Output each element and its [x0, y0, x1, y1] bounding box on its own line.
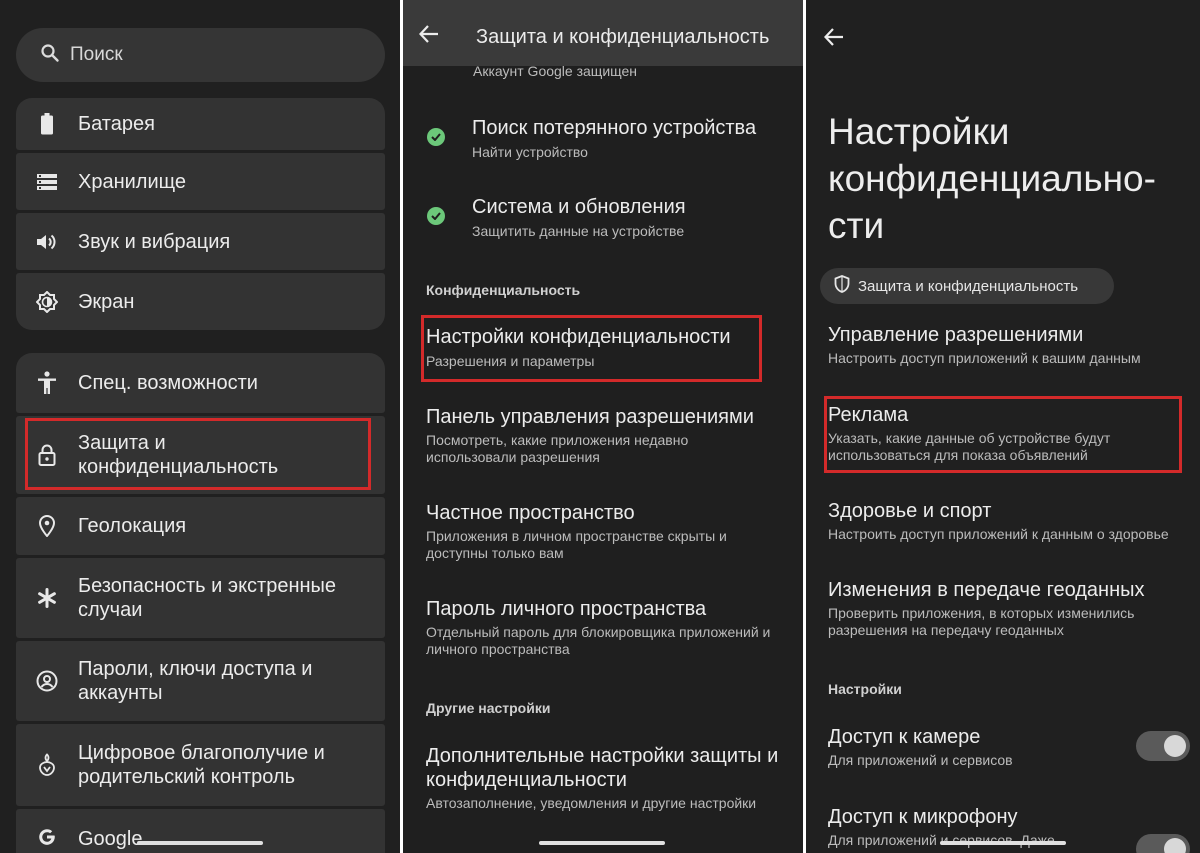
- settings-item-label: Цифровое благополучие и родительский кон…: [78, 742, 325, 788]
- settings-item-label: Хранилище: [78, 170, 186, 193]
- settings-item-label: Геолокация: [78, 515, 187, 537]
- search-placeholder: Поиск: [70, 44, 123, 65]
- asterisk-icon: [16, 588, 78, 608]
- page-title: Настройки конфиденциально-сти: [828, 111, 1156, 246]
- settings-item-safety-emergency[interactable]: Безопасность и экстренные случаи: [16, 558, 385, 638]
- settings-main-panel: Поиск Батарея Хранилище Звук и вибрация …: [0, 0, 400, 853]
- item-subtitle: Настроить доступ приложений к вашим данн…: [828, 350, 1141, 366]
- gesture-nav-bar[interactable]: [539, 841, 665, 845]
- settings-item-google[interactable]: Google: [16, 809, 385, 853]
- item-subtitle: Настроить доступ приложений к данным о з…: [828, 526, 1169, 542]
- top-app-bar: Защита и конфиденциальность: [403, 0, 803, 66]
- battery-icon: [16, 113, 78, 135]
- location-pin-icon: [16, 515, 78, 537]
- item-subtitle: Защитить данные на устройстве: [472, 223, 685, 239]
- search-bar[interactable]: Поиск: [16, 28, 385, 82]
- toggle-knob: [1164, 735, 1186, 757]
- brightness-icon: [16, 290, 78, 313]
- item-title: Панель управления разрешениями: [426, 406, 754, 428]
- settings-item-label: Google: [78, 828, 143, 850]
- settings-item-location[interactable]: Геолокация: [16, 497, 385, 555]
- toggle-knob: [1164, 838, 1186, 853]
- settings-item-battery[interactable]: Батарея: [16, 98, 385, 150]
- settings-item-label: Пароли, ключи доступа и аккаунты: [78, 658, 313, 704]
- storage-icon: [16, 173, 78, 190]
- check-circle-icon: [427, 207, 445, 225]
- back-arrow-icon[interactable]: [418, 24, 439, 48]
- security-privacy-panel: Аккаунт Google защищен Защита и конфиден…: [403, 0, 803, 853]
- settings-item-digital-wellbeing[interactable]: Цифровое благополучие и родительский кон…: [16, 724, 385, 806]
- search-icon: [40, 43, 60, 68]
- item-title: Система и обновления: [472, 196, 686, 218]
- item-subtitle: Автозаполнение, уведомления и другие нас…: [426, 795, 757, 811]
- item-title: Частное пространство: [426, 502, 635, 524]
- highlight-box: [25, 418, 371, 490]
- section-header-other: Другие настройки: [426, 700, 551, 716]
- accessibility-icon: [16, 371, 78, 395]
- item-subtitle: Отдельный пароль для блокировщика прилож…: [426, 624, 771, 657]
- camera-access-toggle[interactable]: [1136, 731, 1190, 761]
- section-header-settings: Настройки: [828, 681, 902, 697]
- shield-icon: [834, 274, 850, 298]
- section-header-privacy: Конфиденциальность: [426, 282, 581, 298]
- breadcrumb-chip[interactable]: Защита и конфиденциальность: [820, 268, 1114, 304]
- privacy-settings-panel: Настройки конфиденциально-сти Защита и к…: [806, 0, 1200, 853]
- item-subtitle: Проверить приложения, в которых изменили…: [828, 605, 1135, 638]
- volume-icon: [16, 233, 78, 251]
- item-subtitle: Посмотреть, какие приложения недавно исп…: [426, 432, 689, 465]
- settings-item-label: Звук и вибрация: [78, 230, 231, 253]
- item-title: Управление разрешениями: [828, 324, 1084, 346]
- account-circle-icon: [16, 670, 78, 692]
- settings-item-accessibility[interactable]: Спец. возможности: [16, 353, 385, 413]
- item-title: Пароль личного пространства: [426, 598, 707, 620]
- wellbeing-icon: [16, 753, 78, 777]
- settings-item-label: Экран: [78, 290, 135, 313]
- settings-item-storage[interactable]: Хранилище: [16, 153, 385, 210]
- settings-item-label: Безопасность и экстренные случаи: [78, 575, 337, 621]
- check-circle-icon: [427, 128, 445, 146]
- back-arrow-icon[interactable]: [823, 28, 844, 51]
- settings-item-display[interactable]: Экран: [16, 273, 385, 330]
- page-title: Защита и конфиденциальность: [476, 26, 770, 48]
- item-title: Здоровье и спорт: [828, 500, 992, 522]
- settings-item-label: Спец. возможности: [78, 372, 258, 394]
- google-icon: [16, 827, 78, 847]
- gesture-nav-bar[interactable]: [137, 841, 263, 845]
- highlight-box: [421, 315, 762, 382]
- breadcrumb-label: Защита и конфиденциальность: [858, 277, 1079, 295]
- highlight-box: [824, 396, 1182, 473]
- gesture-nav-bar[interactable]: [940, 841, 1066, 845]
- item-subtitle: Найти устройство: [472, 144, 588, 160]
- item-title: Поиск потерянного устройства: [472, 117, 757, 139]
- item-title: Дополнительные настройки защиты и конфид…: [426, 745, 779, 791]
- item-title: Изменения в передаче геоданных: [828, 579, 1145, 601]
- item-title: Доступ к камере: [828, 726, 981, 748]
- microphone-access-toggle[interactable]: [1136, 834, 1190, 853]
- settings-item-sound[interactable]: Звук и вибрация: [16, 213, 385, 270]
- item-title: Доступ к микрофону: [828, 806, 1018, 828]
- item-subtitle: Для приложений и сервисов: [828, 752, 1013, 768]
- settings-item-passwords-accounts[interactable]: Пароли, ключи доступа и аккаунты: [16, 641, 385, 721]
- item-subtitle: Приложения в личном пространстве скрыты …: [426, 528, 727, 561]
- settings-item-label: Батарея: [78, 113, 155, 135]
